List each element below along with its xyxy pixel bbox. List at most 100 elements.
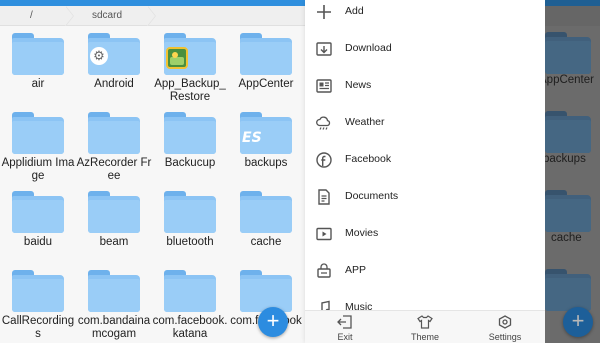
folder-name: CallRecordings: [1, 315, 75, 340]
app-backup-icon: [166, 47, 188, 69]
plus-icon: [317, 5, 331, 19]
folder-icon: [12, 33, 64, 75]
menu-item-label: Add: [345, 5, 364, 17]
folder-icon: [545, 269, 591, 311]
documents-icon: [318, 189, 330, 205]
folder-tile[interactable]: beam: [76, 191, 152, 267]
dimmed-folder-name: AppCenter: [545, 74, 594, 86]
folder-name: Applidium Image: [1, 157, 75, 182]
app-icon: [317, 263, 331, 278]
exit-button[interactable]: Exit: [305, 311, 385, 343]
folder-icon: [12, 191, 64, 233]
folder-tile[interactable]: AppCenter: [228, 33, 304, 109]
breadcrumb-root[interactable]: /: [30, 6, 33, 26]
folder-icon: [545, 111, 591, 153]
file-browser: / sdcard air ⚙ Android App_Backup_Restore Ap…: [0, 0, 305, 343]
app-root: / sdcard air ⚙ Android App_Backup_Restore Ap…: [0, 0, 600, 343]
folder-icon: [88, 112, 140, 154]
folder-icon: ES: [240, 112, 292, 154]
drawer-bottom-bar: Exit Theme Settings: [305, 310, 545, 343]
folder-name: cache: [250, 236, 282, 248]
facebook-icon: [316, 152, 332, 168]
settings-label: Settings: [488, 332, 522, 342]
folder-tile[interactable]: bluetooth: [152, 191, 228, 267]
theme-button[interactable]: Theme: [385, 311, 465, 343]
folder-icon: [12, 270, 64, 312]
menu-item-weather[interactable]: Weather: [305, 105, 545, 142]
dimmed-folder-name: backups: [545, 153, 586, 165]
menu-item-label: Weather: [345, 116, 385, 128]
menu-item-label: Documents: [345, 190, 399, 202]
folder-icon: [164, 112, 216, 154]
settings-icon: [498, 315, 512, 329]
movies-icon: [316, 227, 332, 241]
folder-icon: [545, 190, 591, 232]
breadcrumb-separator: [147, 6, 156, 26]
menu-item-label: APP: [345, 264, 367, 276]
menu-item-label: Download: [345, 42, 392, 54]
menu-item-documents[interactable]: Documents: [305, 179, 545, 216]
exit-label: Exit: [337, 332, 353, 342]
folder-tile[interactable]: Applidium Image: [0, 112, 76, 188]
weather-icon: [316, 116, 331, 130]
menu-item-download[interactable]: Download: [305, 31, 545, 68]
folder-icon: [240, 191, 292, 233]
dimmed-folder-name: cache: [551, 232, 582, 244]
dimmed-background[interactable]: AppCenter backups cache +: [545, 0, 600, 343]
breadcrumb: / sdcard: [0, 6, 305, 26]
dimmed-fab: +: [563, 307, 593, 337]
folder-icon: [88, 191, 140, 233]
folder-tile[interactable]: CallRecordings: [0, 270, 76, 343]
folder-tile[interactable]: com.facebook.katana: [152, 270, 228, 343]
folder-icon: ⚙: [88, 33, 140, 75]
folder-tile[interactable]: AzRecorder Free: [76, 112, 152, 188]
breadcrumb-current[interactable]: sdcard: [92, 6, 122, 26]
folder-icon: [164, 191, 216, 233]
folder-icon: [545, 32, 591, 74]
folder-name: App_Backup_Restore: [154, 78, 226, 103]
folder-name: AppCenter: [238, 78, 294, 90]
menu-item-add[interactable]: Add: [305, 0, 545, 31]
exit-icon: [337, 315, 352, 329]
folder-name: baidu: [23, 236, 53, 248]
folder-tile[interactable]: ⚙ Android: [76, 33, 152, 109]
folder-name: com.facebook.katana: [152, 315, 228, 340]
folder-tile[interactable]: ES backups: [228, 112, 304, 188]
add-fab-button[interactable]: +: [258, 307, 288, 337]
menu-item-movies[interactable]: Movies: [305, 216, 545, 253]
menu-item-app[interactable]: APP: [305, 253, 545, 290]
menu-item-label: Movies: [345, 227, 379, 239]
menu-item-label: News: [345, 79, 372, 91]
theme-icon: [417, 315, 433, 329]
download-icon: [316, 42, 332, 56]
folder-name: air: [31, 78, 45, 90]
folder-tile[interactable]: baidu: [0, 191, 76, 267]
dimmed-breadcrumb: [545, 6, 600, 26]
menu-item-facebook[interactable]: Facebook: [305, 142, 545, 179]
settings-button[interactable]: Settings: [465, 311, 545, 343]
folder-name: com.bandainamcogam: [77, 315, 151, 340]
menu-item-news[interactable]: News: [305, 68, 545, 105]
android-gear-icon: ⚙: [90, 47, 108, 65]
folder-icon: [240, 33, 292, 75]
folder-tile[interactable]: com.bandainamcogam: [76, 270, 152, 343]
folder-name: AzRecorder Free: [76, 157, 152, 182]
drawer-menu: Add Download News Weather Facebook Docum…: [305, 0, 545, 343]
folder-icon: [12, 112, 64, 154]
folder-name: Android: [94, 78, 134, 90]
folder-name: Backucup: [164, 157, 216, 169]
menu-item-label: Facebook: [345, 153, 392, 165]
folder-name: beam: [99, 236, 129, 248]
folder-tile[interactable]: air: [0, 33, 76, 109]
folder-icon: [164, 33, 216, 75]
folder-name: backups: [244, 157, 288, 169]
folder-name: bluetooth: [166, 236, 214, 248]
folder-icon: [88, 270, 140, 312]
folder-icon: [240, 270, 292, 312]
folder-icon: [164, 270, 216, 312]
folder-tile[interactable]: App_Backup_Restore: [152, 33, 228, 109]
es-logo-icon: ES: [242, 130, 262, 146]
theme-label: Theme: [410, 332, 439, 342]
folder-tile[interactable]: Backucup: [152, 112, 228, 188]
folder-tile[interactable]: cache: [228, 191, 304, 267]
